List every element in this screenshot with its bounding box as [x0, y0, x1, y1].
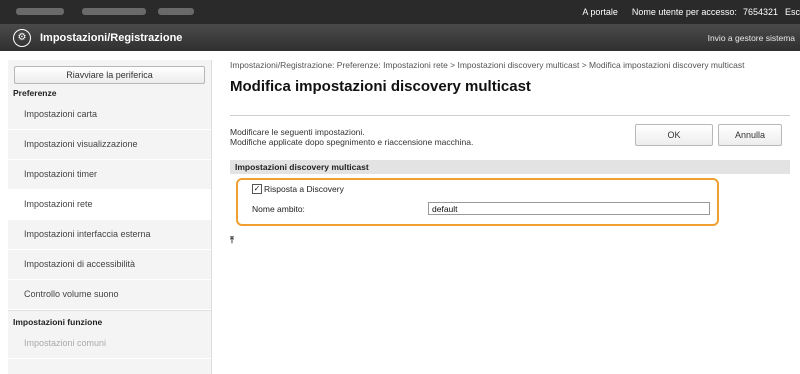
- portal-link[interactable]: A portale: [582, 7, 618, 17]
- app-header: ⚙ Impostazioni/Registrazione Invio a ges…: [0, 24, 800, 51]
- sidebar-item-display[interactable]: Impostazioni visualizzazione: [8, 130, 211, 160]
- sidebar-item-common[interactable]: Impostazioni comuni: [8, 329, 211, 359]
- breadcrumb: Impostazioni/Registrazione: Preferenze: …: [230, 60, 745, 70]
- user-label: Nome utente per accesso:: [631, 7, 737, 17]
- goto-system-manager-link[interactable]: Invio a gestore sistema: [708, 33, 795, 43]
- discovery-response-checkbox[interactable]: ✓: [252, 184, 262, 194]
- description-line: Modificare le seguenti impostazioni.: [230, 127, 365, 137]
- scope-name-label: Nome ambito:: [252, 204, 305, 214]
- back-to-top-icon[interactable]: ⤒: [230, 235, 234, 246]
- discovery-response-row: ✓ Risposta a Discovery: [252, 184, 344, 194]
- sidebar-item-network[interactable]: Impostazioni rete: [8, 190, 211, 220]
- sidebar-item-external-interface[interactable]: Impostazioni interfaccia esterna: [8, 220, 211, 250]
- blurred-text: [158, 8, 194, 15]
- sidebar: Riavviare la periferica Preferenze Impos…: [8, 60, 212, 374]
- sidebar-section-preferences: Preferenze: [13, 88, 57, 98]
- blurred-text: [82, 8, 146, 15]
- divider: [230, 115, 790, 116]
- sidebar-item-timer[interactable]: Impostazioni timer: [8, 160, 211, 190]
- sidebar-item-volume[interactable]: Controllo volume suono: [8, 280, 211, 310]
- section-header: Impostazioni discovery multicast: [230, 160, 790, 174]
- sidebar-section-function: Impostazioni funzione: [8, 310, 211, 329]
- user-id: 7654321: [742, 7, 778, 17]
- main-content: Impostazioni/Registrazione: Preferenze: …: [230, 60, 790, 245]
- settings-gear-icon: ⚙: [13, 28, 31, 47]
- checkbox-label: Risposta a Discovery: [264, 184, 344, 194]
- ok-button[interactable]: OK: [635, 124, 713, 146]
- app-title: Impostazioni/Registrazione: [40, 31, 183, 44]
- description: Modificare le seguenti impostazioni. Mod…: [230, 127, 473, 147]
- blurred-text: [16, 8, 64, 15]
- cancel-button[interactable]: Annulla: [718, 124, 782, 146]
- restart-device-button[interactable]: Riavviare la periferica: [14, 66, 205, 84]
- description-line: Modifiche applicate dopo spegnimento e r…: [230, 137, 474, 147]
- sidebar-item-accessibility[interactable]: Impostazioni di accessibilità: [8, 250, 211, 280]
- page-title: Modifica impostazioni discovery multicas…: [230, 78, 531, 95]
- logout-link[interactable]: Esc: [785, 7, 800, 17]
- top-bar: A portale Nome utente per accesso: 76543…: [0, 0, 800, 24]
- sidebar-item-paper[interactable]: Impostazioni carta: [8, 100, 211, 130]
- scope-name-input[interactable]: [428, 202, 710, 215]
